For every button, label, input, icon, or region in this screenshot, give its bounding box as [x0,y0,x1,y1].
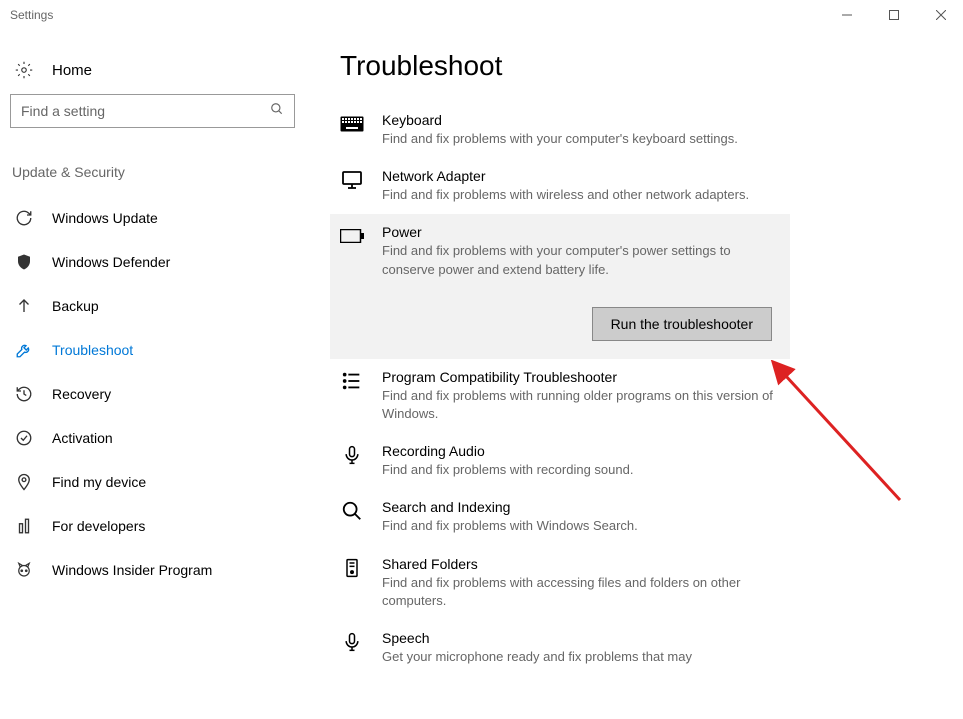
microphone-icon [340,630,364,654]
ts-title: Search and Indexing [382,499,780,515]
check-circle-icon [14,428,34,448]
ts-title: Power [382,224,780,240]
window-title: Settings [10,8,53,22]
battery-icon [340,224,364,248]
search-box[interactable] [10,94,295,128]
troubleshooter-shared-folders[interactable]: Shared Folders Find and fix problems wit… [330,546,790,620]
ts-title: Recording Audio [382,443,780,459]
ts-desc: Find and fix problems with recording sou… [382,461,780,479]
ts-desc: Find and fix problems with running older… [382,387,780,423]
sidebar-item-label: Windows Defender [52,254,170,270]
wrench-icon [14,340,34,360]
home-button[interactable]: Home [10,50,300,94]
troubleshooter-speech[interactable]: Speech Get your microphone ready and fix… [330,620,790,676]
troubleshooter-search-indexing[interactable]: Search and Indexing Find and fix problem… [330,489,790,545]
ts-title: Program Compatibility Troubleshooter [382,369,780,385]
search-input[interactable] [21,103,270,119]
server-icon [340,556,364,580]
sidebar-item-label: Backup [52,298,99,314]
sidebar-item-recovery[interactable]: Recovery [10,372,300,416]
ts-desc: Find and fix problems with accessing fil… [382,574,780,610]
location-icon [14,472,34,492]
troubleshooter-program-compatibility[interactable]: Program Compatibility Troubleshooter Fin… [330,359,790,433]
ts-desc: Get your microphone ready and fix proble… [382,648,780,666]
sidebar-item-label: Windows Insider Program [52,562,212,578]
upload-icon [14,296,34,316]
maximize-button[interactable] [871,0,916,30]
keyboard-icon [340,112,364,136]
home-label: Home [52,62,92,79]
sidebar-section-title: Update & Security [10,164,300,180]
magnifier-icon [340,499,364,523]
sidebar-item-backup[interactable]: Backup [10,284,300,328]
close-button[interactable] [918,0,963,30]
ts-desc: Find and fix problems with your computer… [382,242,780,278]
ts-desc: Find and fix problems with your computer… [382,130,780,148]
sidebar-item-windows-defender[interactable]: Windows Defender [10,240,300,284]
page-title: Troubleshoot [330,50,963,82]
microphone-icon [340,443,364,467]
sidebar-item-label: Recovery [52,386,111,402]
sidebar-item-insider-program[interactable]: Windows Insider Program [10,548,300,592]
run-troubleshooter-button[interactable]: Run the troubleshooter [592,307,772,341]
developer-icon [14,516,34,536]
sidebar-item-for-developers[interactable]: For developers [10,504,300,548]
sidebar-item-find-my-device[interactable]: Find my device [10,460,300,504]
troubleshooter-list: Keyboard Find and fix problems with your… [330,102,790,676]
sidebar-item-label: Windows Update [52,210,158,226]
sidebar: Home Update & Security Windows Update Wi… [0,30,300,719]
sidebar-item-label: Find my device [52,474,146,490]
ts-desc: Find and fix problems with wireless and … [382,186,780,204]
sync-icon [14,208,34,228]
gear-icon [14,60,34,80]
troubleshooter-recording-audio[interactable]: Recording Audio Find and fix problems wi… [330,433,790,489]
sidebar-item-label: For developers [52,518,145,534]
shield-icon [14,252,34,272]
troubleshooter-network-adapter[interactable]: Network Adapter Find and fix problems wi… [330,158,790,214]
titlebar-controls [824,0,963,30]
troubleshooter-power[interactable]: Power Find and fix problems with your co… [330,214,790,358]
ts-title: Keyboard [382,112,780,128]
list-icon [340,369,364,393]
sidebar-item-label: Activation [52,430,113,446]
sidebar-item-windows-update[interactable]: Windows Update [10,196,300,240]
sidebar-item-label: Troubleshoot [52,342,133,358]
sidebar-item-troubleshoot[interactable]: Troubleshoot [10,328,300,372]
content-area: Troubleshoot Keyboard Find and fix probl… [300,30,963,719]
ts-title: Speech [382,630,780,646]
search-icon [270,102,284,121]
ninja-cat-icon [14,560,34,580]
ts-desc: Find and fix problems with Windows Searc… [382,517,780,535]
ts-title: Network Adapter [382,168,780,184]
titlebar: Settings [0,0,963,30]
minimize-button[interactable] [824,0,869,30]
sidebar-item-activation[interactable]: Activation [10,416,300,460]
monitor-icon [340,168,364,192]
history-icon [14,384,34,404]
troubleshooter-keyboard[interactable]: Keyboard Find and fix problems with your… [330,102,790,158]
ts-title: Shared Folders [382,556,780,572]
